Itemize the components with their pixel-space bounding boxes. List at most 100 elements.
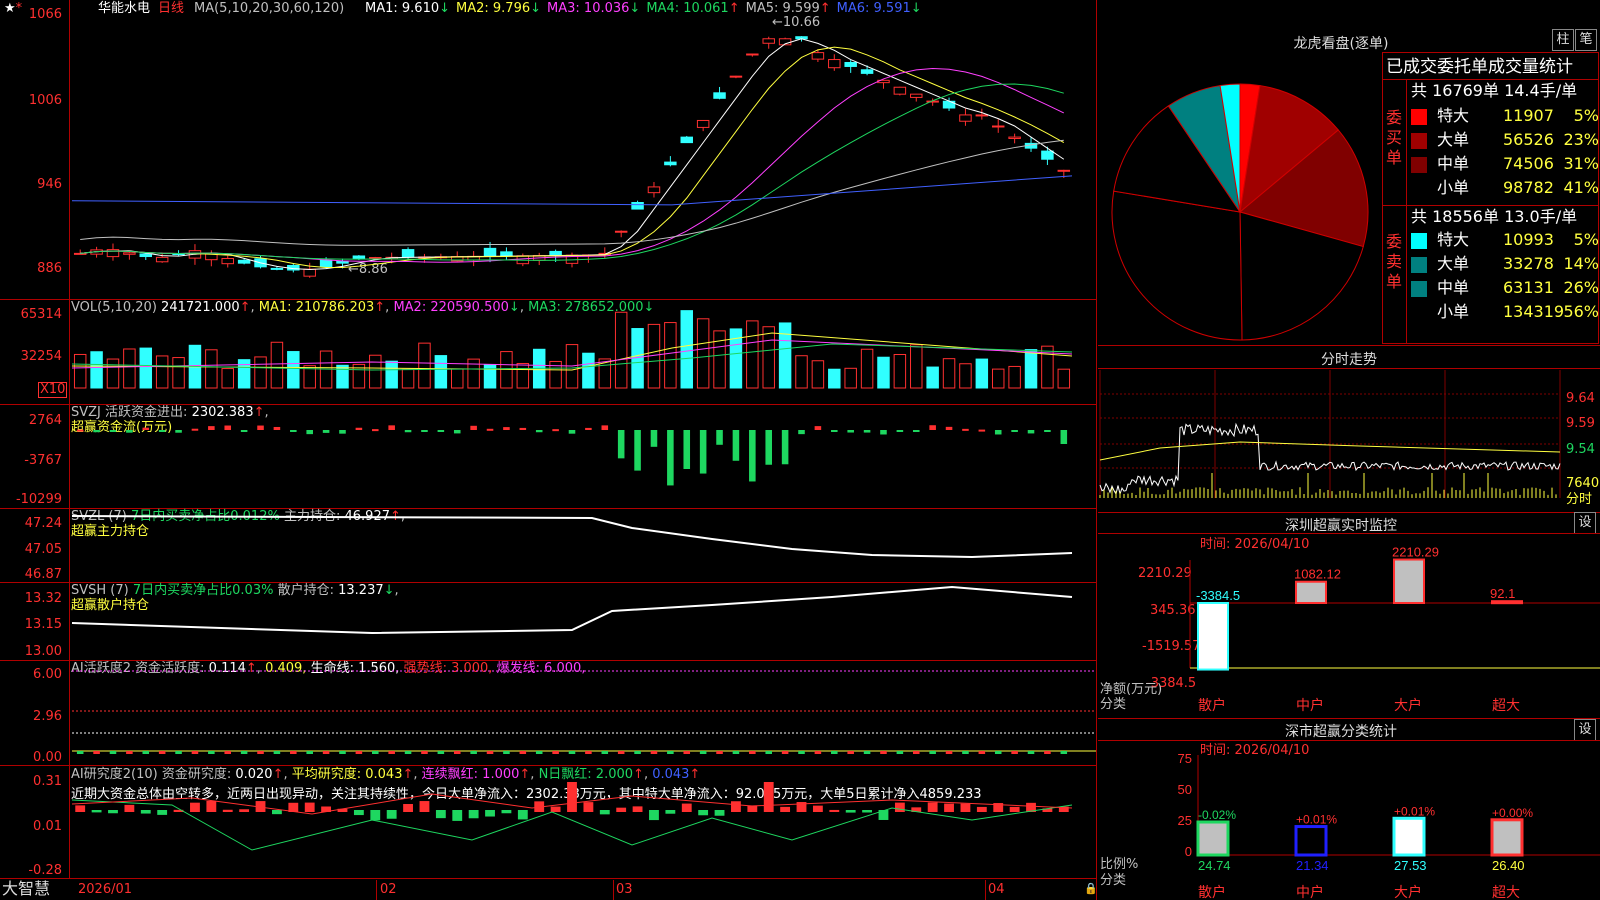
- flow-bar: [994, 430, 1002, 435]
- volume-bar: [746, 320, 759, 389]
- ai-research-chart[interactable]: [71, 782, 1096, 878]
- volume-stat-row: 中单 74506 31%: [1411, 152, 1599, 176]
- monitor-bar-chart[interactable]: -3384.5 散户 1082.12 中户 2210.29 大户 92.1 超大: [1098, 545, 1600, 715]
- flow-bar: [109, 430, 117, 432]
- research-bar: [845, 810, 856, 813]
- activity-bar: [257, 751, 264, 754]
- candle-body: [319, 259, 333, 268]
- flow-bar: [158, 430, 166, 432]
- activity-bar: [1027, 751, 1035, 754]
- intraday-chart[interactable]: [1099, 370, 1562, 510]
- flow-bar: [929, 425, 936, 430]
- research-bar: [780, 806, 791, 812]
- activity-bar: [1011, 751, 1018, 754]
- buy-label: 委买单: [1386, 108, 1403, 167]
- research-bar: [501, 810, 512, 814]
- ma-line: [80, 83, 1064, 261]
- row-name: 中单: [1437, 154, 1470, 173]
- monitor-category-label: 超大: [1492, 697, 1520, 713]
- candle-body: [664, 161, 677, 166]
- candle-body: [1008, 136, 1021, 139]
- classify-settings-button[interactable]: 设: [1574, 719, 1596, 741]
- activity-bar: [945, 751, 953, 754]
- svsh-axis-label: 13.32: [24, 591, 62, 606]
- ma-line: [71, 175, 1073, 206]
- ma-legend-item: MA2: 9.796↓: [456, 1, 542, 16]
- classify-bar: [1196, 820, 1230, 857]
- flow-bar: [290, 430, 297, 432]
- activity-bar: [912, 751, 920, 754]
- volume-bar: [205, 349, 218, 389]
- candle-body: [303, 268, 316, 277]
- flow-bar: [322, 430, 330, 433]
- research-bar: [927, 802, 938, 812]
- star-icon[interactable]: ★*: [4, 1, 22, 16]
- svzj-chart[interactable]: [72, 405, 1096, 508]
- row-percent: 5%: [1573, 106, 1599, 125]
- row-percent: 5%: [1573, 230, 1599, 249]
- monitor-time: 时间: 2026/04/10: [1200, 537, 1310, 552]
- lhb-pie-chart: [1111, 83, 1369, 341]
- row-volume: 98782: [1503, 178, 1554, 197]
- activity-bar: [634, 751, 641, 754]
- classify-bar-chart[interactable]: 75 50 25 0 -0.02% 24.74 散户 +0.01% 21.34 中户 +0.01% 2…: [1098, 751, 1600, 900]
- monitor-value-label: 1082.12: [1294, 567, 1341, 582]
- chart-area[interactable]: ★* 华能水电 日线 MA(5,10,20,30,60,120) MA1: 9.…: [0, 0, 1098, 900]
- intraday-vol-label: 7640: [1566, 476, 1600, 491]
- research-bar: [763, 782, 774, 812]
- svzl-chart[interactable]: [71, 509, 1096, 582]
- monitor-settings-button[interactable]: 设: [1574, 512, 1596, 534]
- svzl-axis-label: 46.87: [24, 567, 62, 582]
- tick-view-button[interactable]: 笔: [1575, 29, 1597, 51]
- classify-axis-label: 75: [1178, 751, 1192, 766]
- legend-swatch: [1411, 156, 1427, 173]
- activity-bar: [322, 751, 330, 754]
- row-volume: 56526: [1503, 130, 1554, 149]
- ma-params: MA(5,10,20,30,60,120): [194, 1, 345, 16]
- period-label[interactable]: 日线: [158, 1, 184, 16]
- research-bar: [206, 801, 217, 812]
- activity-bar: [175, 751, 182, 754]
- bar-view-button[interactable]: 柱: [1552, 29, 1574, 51]
- volume-bar: [975, 358, 989, 389]
- ai-activity-axis-label: 6.00: [33, 667, 62, 682]
- row-percent: 41%: [1563, 178, 1599, 197]
- flow-bar: [503, 427, 510, 430]
- svsh-chart[interactable]: [71, 583, 1096, 660]
- candle-body: [959, 114, 972, 122]
- volume-stat-row: 大单 56526 23%: [1411, 128, 1599, 152]
- brand-label: 大智慧: [2, 879, 51, 898]
- lhb-header: 已成交委托单成交量统计: [1386, 57, 1573, 77]
- volume-bar: [828, 368, 841, 389]
- row-volume: 33278: [1503, 254, 1554, 273]
- classify-axis-label: 0: [1185, 844, 1192, 859]
- row-name: 特大: [1437, 230, 1470, 249]
- candlestick-chart[interactable]: [71, 18, 1096, 298]
- svzl-axis-label: 47.05: [24, 542, 62, 557]
- flow-bar: [650, 430, 658, 447]
- volume-bar: [713, 330, 726, 389]
- research-bar: [698, 810, 709, 816]
- research-bar: [468, 810, 479, 819]
- flow-bar: [1060, 430, 1068, 444]
- monitor-bar: [1393, 558, 1425, 605]
- monitor-value-label: 92.1: [1490, 586, 1515, 601]
- flow-bar: [765, 430, 772, 465]
- ai-activity-chart[interactable]: [72, 661, 1096, 765]
- research-bar: [944, 803, 954, 812]
- volume-bar: [811, 360, 825, 389]
- activity-bar: [191, 751, 199, 754]
- research-bar: [567, 782, 577, 812]
- row-name: 小单: [1437, 178, 1470, 197]
- activity-bar: [601, 751, 609, 754]
- volume-bar: [172, 357, 185, 389]
- activity-bar: [798, 751, 805, 754]
- volume-bar: [516, 362, 530, 389]
- candle-body: [729, 75, 743, 78]
- flow-bar: [273, 426, 281, 430]
- activity-bar: [437, 751, 445, 754]
- flow-bar: [1011, 430, 1018, 432]
- ai-research-axis-label: 0.31: [33, 774, 62, 789]
- volume-chart[interactable]: [71, 310, 1096, 404]
- volume-bar: [762, 326, 775, 389]
